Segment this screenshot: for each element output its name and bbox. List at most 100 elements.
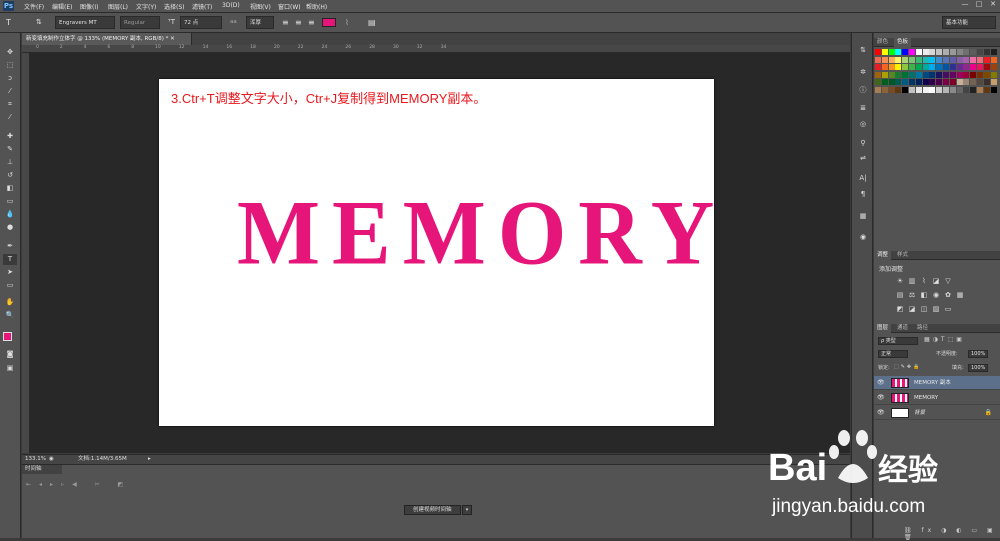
color-swatch[interactable] [983,79,990,85]
color-swatch[interactable] [881,71,888,78]
dodge-tool-icon[interactable]: ● [3,222,17,233]
color-swatch[interactable] [936,56,943,63]
color-swatch[interactable] [943,64,949,70]
properties-panel-icon[interactable]: ✲ [857,67,869,78]
menu-edit[interactable]: 编辑(E) [52,2,72,11]
color-swatch[interactable] [956,49,963,55]
color-swatch[interactable] [902,64,909,70]
channel-mixer-icon[interactable]: ✿ [944,291,952,299]
brightness-icon[interactable]: ☀ [896,277,904,285]
color-swatch[interactable] [949,49,956,55]
color-swatch[interactable] [881,79,888,85]
color-swatch[interactable] [929,49,936,55]
color-swatch[interactable] [909,79,915,85]
color-swatch[interactable] [970,64,977,70]
color-swatch[interactable] [895,71,902,78]
color-swatch[interactable] [956,79,963,85]
color-swatch[interactable] [895,79,902,85]
color-swatch[interactable] [929,71,936,78]
color-swatch[interactable] [929,79,936,85]
color-swatch[interactable] [888,64,895,70]
curves-icon[interactable]: ⌇ [920,277,928,285]
rectangle-tool-icon[interactable]: ▭ [3,280,17,291]
font-size-select[interactable]: 72 点 [180,16,222,29]
color-swatch[interactable] [922,64,929,70]
lock-icons[interactable]: ⬚✎✥🔒 [894,364,921,370]
color-swatch[interactable] [895,49,902,55]
color-swatch[interactable] [990,56,997,63]
color-swatch[interactable] [895,86,902,93]
color-swatch[interactable] [881,56,888,63]
color-swatch[interactable] [983,56,990,63]
color-swatch[interactable] [936,79,943,85]
color-swatch[interactable] [943,79,949,85]
align-right-icon[interactable]: ≡ [308,16,315,29]
move-tool-icon[interactable]: ✥ [3,47,17,58]
history-brush-tool-icon[interactable]: ↺ [3,170,17,181]
color-balance-icon[interactable]: ⚖ [908,291,916,299]
selective-color-icon[interactable]: ▨ [932,305,940,313]
color-swatch[interactable] [949,79,956,85]
color-swatch[interactable] [929,56,936,63]
color-swatch[interactable] [963,64,970,70]
swatches-grid[interactable] [875,49,999,97]
color-swatch[interactable] [888,49,895,55]
gradient-map-icon[interactable]: ▭ [944,305,952,313]
eraser-tool-icon[interactable]: ◧ [3,183,17,194]
close-button[interactable]: ✕ [986,0,1000,8]
layer-row[interactable]: 👁 背景 🔒 [874,406,1000,420]
color-swatch[interactable] [949,56,956,63]
color-swatch[interactable] [915,86,922,93]
color-swatch[interactable] [909,71,915,78]
zoom-level[interactable]: 133.1% [25,455,46,464]
color-swatch[interactable] [956,64,963,70]
tab-layers[interactable]: 图层 [874,324,892,333]
timeline-panel-icon[interactable]: ▦ [857,211,869,222]
color-swatch[interactable] [977,49,983,55]
color-swatch[interactable] [983,86,990,93]
color-lookup-icon[interactable]: ▦ [956,291,964,299]
color-swatch[interactable] [990,71,997,78]
color-swatch[interactable] [943,71,949,78]
tab-color[interactable]: 颜色 [874,38,891,47]
document-canvas[interactable]: 3.Ctr+T调整文字大小，Ctr+J复制得到MEMORY副本。 MEMORY [159,79,714,426]
color-swatch[interactable] [983,49,990,55]
tool-presets-panel-icon[interactable]: ⇌ [857,153,869,164]
screen-mode-icon[interactable]: ▣ [3,363,17,374]
menu-help[interactable]: 帮助(H) [306,2,327,11]
foreground-color-swatch[interactable] [3,332,12,341]
color-swatch[interactable] [949,64,956,70]
color-swatch[interactable] [929,64,936,70]
type-tool-icon[interactable]: T [3,254,17,265]
color-swatch[interactable] [902,49,909,55]
color-swatch[interactable] [888,56,895,63]
text-orientation-icon[interactable]: ⇅ [36,16,42,29]
align-left-icon[interactable]: ≡ [282,16,289,29]
close-tab-icon[interactable]: ✕ [170,36,175,42]
layer-row[interactable]: 👁 MEMORY 副本 [874,376,1000,390]
create-video-timeline-button[interactable]: 创建视频时间轴 [404,505,461,515]
levels-icon[interactable]: ▥ [908,277,916,285]
color-swatch[interactable] [970,71,977,78]
menu-layer[interactable]: 图层(L) [108,2,128,11]
timeline-controls[interactable]: ⇤◂▸▹◀ ✂ ◩ [26,481,131,488]
minimize-button[interactable]: — [958,0,972,8]
color-swatch[interactable] [902,71,909,78]
color-swatch[interactable] [983,64,990,70]
antialias-select[interactable]: 浑厚 [246,16,274,29]
font-family-select[interactable]: Engravers MT [55,16,115,29]
color-swatch[interactable] [922,86,929,93]
workspace-select[interactable]: 基本功能 [942,16,996,29]
color-swatch[interactable] [949,86,956,93]
color-swatch[interactable] [956,86,963,93]
clone-source-panel-icon[interactable]: ⚲ [857,138,869,149]
color-swatch[interactable] [922,71,929,78]
color-swatch[interactable] [915,56,922,63]
tab-adjustments[interactable]: 调整 [874,251,892,260]
color-swatch[interactable] [963,49,970,55]
hand-tool-icon[interactable]: ✋ [3,297,17,308]
color-swatch[interactable] [977,56,983,63]
color-swatch[interactable] [970,79,977,85]
font-style-select[interactable]: Regular [120,16,160,29]
color-swatch[interactable] [970,86,977,93]
